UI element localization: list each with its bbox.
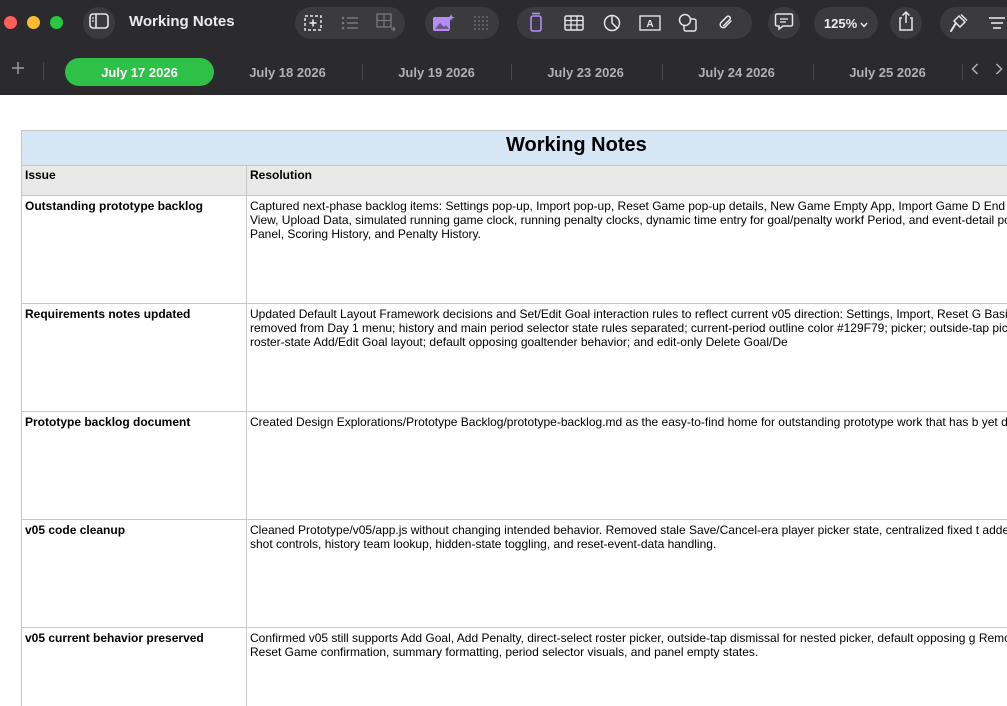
text-cursor-icon: [528, 12, 544, 34]
resolution-cell[interactable]: Updated Default Layout Framework decisio…: [246, 303, 1007, 412]
sidebar-toggle-button[interactable]: [83, 7, 115, 39]
comment-icon: [774, 11, 794, 36]
tab-label: July 19 2026: [398, 64, 475, 80]
add-section-icon: [303, 14, 323, 32]
plus-icon: [11, 61, 25, 80]
text-cursor-button[interactable]: [517, 7, 555, 39]
issue-cell[interactable]: v05 code cleanup: [21, 519, 247, 628]
working-notes-table[interactable]: Working Notes Issue Resolution Outstandi…: [21, 130, 1007, 706]
tab-july-19-2026[interactable]: July 19 2026: [362, 58, 511, 86]
toolbar: Working Notes A 125%: [0, 0, 1007, 46]
tab-label: July 23 2026: [547, 64, 624, 80]
tab-july-24-2026[interactable]: July 24 2026: [662, 58, 811, 86]
insert-shape-button[interactable]: [669, 7, 707, 39]
header-cell-issue[interactable]: Issue: [21, 165, 247, 196]
organize-button[interactable]: [978, 7, 1007, 39]
table-row: Outstanding prototype backlog Captured n…: [21, 195, 1007, 304]
table-title-row: Working Notes: [21, 130, 1007, 166]
format-toolbar-group: [940, 7, 1007, 39]
tab-label: July 25 2026: [849, 64, 926, 80]
issue-cell[interactable]: Prototype backlog document: [21, 411, 247, 520]
table-title: Working Notes: [506, 134, 647, 156]
media-sparkle-icon: [432, 13, 456, 33]
sheet-tab-bar: July 17 2026 July 18 2026 July 19 2026 J…: [0, 46, 1007, 95]
tab-separator: [43, 62, 44, 80]
resolution-cell[interactable]: Captured next-phase backlog items: Setti…: [246, 195, 1007, 304]
add-sheet-button[interactable]: [8, 60, 28, 80]
table-title-cell[interactable]: Working Notes: [21, 130, 1007, 166]
close-window-button[interactable]: [4, 16, 17, 29]
app-window: Working Notes A 125% July 17 2026 July 1…: [0, 0, 1007, 706]
minimize-window-button[interactable]: [27, 16, 40, 29]
grid-button[interactable]: [462, 7, 499, 39]
chevron-down-icon: [860, 16, 868, 31]
format-button[interactable]: [940, 7, 978, 39]
list-button[interactable]: [332, 7, 369, 39]
maximize-window-button[interactable]: [50, 16, 63, 29]
resolution-cell[interactable]: Cleaned Prototype/v05/app.js without cha…: [246, 519, 1007, 628]
insert-toolbar-group: A: [517, 7, 752, 39]
zoom-control[interactable]: 125%: [814, 7, 878, 39]
table-row: Prototype backlog document Created Desig…: [21, 411, 1007, 520]
insert-chart-button[interactable]: [593, 7, 631, 39]
insert-table-button[interactable]: [555, 7, 593, 39]
chevron-left-icon: [971, 62, 979, 80]
chart-icon: [603, 14, 621, 32]
issue-cell[interactable]: Requirements notes updated: [21, 303, 247, 412]
insert-text-box-button[interactable]: A: [631, 7, 669, 39]
table-row: v05 code cleanup Cleaned Prototype/v05/a…: [21, 519, 1007, 628]
issue-cell[interactable]: v05 current behavior preserved: [21, 627, 247, 706]
resolution-cell[interactable]: Confirmed v05 still supports Add Goal, A…: [246, 627, 1007, 706]
paintbrush-icon: [949, 13, 969, 33]
list-icon: [340, 15, 360, 31]
tab-label: July 18 2026: [249, 64, 326, 80]
insert-media-button[interactable]: [425, 7, 462, 39]
media-toolbar-group: [425, 7, 499, 39]
shapes-icon: [678, 13, 698, 33]
table-row: Requirements notes updated Updated Defau…: [21, 303, 1007, 412]
chevron-right-icon: [995, 62, 1003, 80]
share-button[interactable]: [890, 7, 922, 39]
add-section-button[interactable]: [295, 7, 332, 39]
zoom-level: 125%: [823, 15, 858, 31]
header-cell-resolution[interactable]: Resolution: [246, 165, 1007, 196]
tab-label: July 24 2026: [698, 64, 775, 80]
tab-july-25-2026[interactable]: July 25 2026: [813, 58, 962, 86]
tab-july-18-2026[interactable]: July 18 2026: [213, 58, 362, 86]
comment-button[interactable]: [768, 7, 800, 39]
scroll-tabs-left-button[interactable]: [966, 62, 984, 80]
organize-icon: [988, 16, 1006, 30]
attach-file-button[interactable]: [707, 7, 745, 39]
tab-july-23-2026[interactable]: July 23 2026: [511, 58, 660, 86]
svg-text:A: A: [646, 19, 653, 30]
table-header-row: Issue Resolution: [21, 165, 1007, 196]
attachment-icon: [717, 13, 735, 33]
grid-icon: [473, 15, 489, 31]
structure-toolbar-group: [295, 7, 405, 39]
document-canvas[interactable]: Working Notes Issue Resolution Outstandi…: [0, 95, 1007, 706]
notes-table-container: Working Notes Issue Resolution Outstandi…: [21, 130, 1007, 706]
scroll-tabs-right-button[interactable]: [990, 62, 1007, 80]
issue-cell[interactable]: Outstanding prototype backlog: [21, 195, 247, 304]
tab-july-17-2026[interactable]: July 17 2026: [65, 58, 214, 86]
text-box-icon: A: [639, 15, 661, 31]
table-row: v05 current behavior preserved Confirmed…: [21, 627, 1007, 706]
tab-label: July 17 2026: [101, 64, 178, 80]
table-add-button[interactable]: [368, 7, 405, 39]
document-title: Working Notes: [129, 13, 235, 30]
share-icon: [897, 10, 915, 37]
table-icon: [564, 15, 584, 31]
table-add-icon: [375, 13, 398, 33]
sidebar-icon: [89, 12, 109, 34]
tab-divider: [962, 64, 963, 80]
resolution-cell[interactable]: Created Design Explorations/Prototype Ba…: [246, 411, 1007, 520]
